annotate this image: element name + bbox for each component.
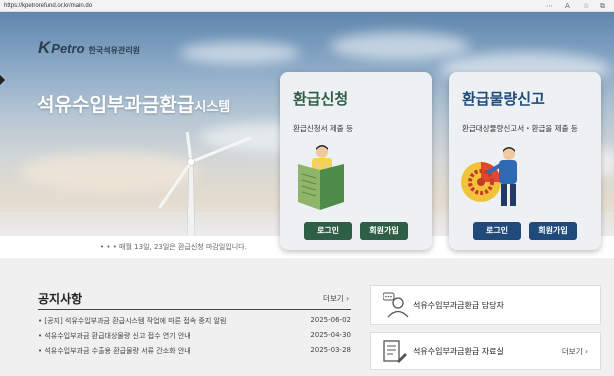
notice-item-date: 2025-06-02	[310, 316, 351, 324]
person-reading-document-icon	[298, 145, 344, 210]
notice-more-link[interactable]: 더보기 ›	[323, 293, 349, 304]
contact-person-icon	[383, 292, 409, 318]
card-title: 환급신청	[293, 90, 349, 108]
contact-person-card[interactable]: 석유수입부과금환급 담당자	[370, 285, 601, 325]
library-card[interactable]: 석유수입부과금환급 자료실 더보기 ›	[370, 332, 601, 370]
hero-title: 석유수입부과금환급시스템	[37, 90, 230, 117]
login-button[interactable]: 로그인	[473, 222, 521, 240]
more-options-icon[interactable]: ⋯	[546, 0, 553, 12]
cloud-shape	[330, 32, 470, 60]
notice-divider	[38, 309, 351, 310]
wind-turbine-icon	[158, 132, 252, 236]
library-label: 석유수입부과금환급 자료실	[413, 347, 504, 356]
refund-application-card: 환급신청 환급신청서 제출 등 로그인 회원가입	[280, 72, 432, 250]
logo-petro: Petro	[51, 41, 85, 56]
notice-item-date: 2025-03-28	[310, 346, 351, 354]
notice-item[interactable]: • 석유수입부과금 환급대상물량 신고 접수 연기 안내 2025-04-30	[38, 331, 351, 343]
notice-item-title[interactable]: • 석유수입부과금 환급대상물량 신고 접수 연기 안내	[38, 331, 191, 343]
card-description: 환급신청서 제출 등	[293, 124, 353, 133]
signup-button[interactable]: 회원가입	[360, 222, 408, 240]
hero-title-sub: 시스템	[194, 100, 231, 115]
notice-item-date: 2025-04-30	[310, 331, 351, 339]
logo-k: K	[38, 38, 51, 57]
logo-org-name: 한국석유관리원	[88, 46, 141, 55]
browser-address-bar[interactable]: https://kpetrorefund.or.kr/main.do ⋯ A ☆…	[0, 0, 614, 12]
notice-item[interactable]: • 석유수입부과금 수출용 환급물량 서류 간소화 안내 2025-03-28	[38, 346, 351, 358]
card-title: 환급물량신고	[462, 90, 545, 108]
login-button[interactable]: 로그인	[304, 222, 352, 240]
library-more-link[interactable]: 더보기 ›	[562, 346, 588, 357]
notice-item-title[interactable]: • [공지] 석유수입부과금 환급시스템 작업에 따른 접속 중지 알림	[38, 316, 226, 328]
favorite-star-icon[interactable]: ☆	[583, 0, 589, 12]
document-edit-icon	[383, 340, 407, 363]
card-description: 환급대상물량신고서・환급을 제출 등	[462, 124, 578, 133]
cloud-shape	[180, 42, 300, 64]
url-text[interactable]: https://kpetrorefund.or.kr/main.do	[4, 1, 92, 11]
person-with-gear-chart-icon	[461, 147, 517, 206]
read-aloud-icon[interactable]: A	[565, 0, 570, 12]
contact-person-label: 석유수입부과금환급 담당자	[413, 301, 504, 310]
hero-title-main: 석유수입부과금환급	[37, 94, 195, 116]
notice-item[interactable]: • [공지] 석유수입부과금 환급시스템 작업에 따른 접속 중지 알림 202…	[38, 316, 351, 328]
slide-prev-arrow-icon[interactable]	[0, 75, 5, 85]
signup-button[interactable]: 회원가입	[529, 222, 577, 240]
refund-quantity-report-card: 환급물량신고 환급대상물량신고서・환급을 제출 등 로그인 회원가입	[449, 72, 601, 250]
deadline-note: • • • 매월 13일, 23일은 환급신청 마감일입니다.	[100, 243, 247, 251]
kpetro-logo[interactable]: K Petro 한국석유관리원	[38, 38, 140, 58]
split-window-icon[interactable]: ⧉	[600, 0, 605, 12]
notice-item-title[interactable]: • 석유수입부과금 수출용 환급물량 서류 간소화 안내	[38, 346, 191, 358]
notice-board-title: 공지사항	[38, 292, 83, 306]
